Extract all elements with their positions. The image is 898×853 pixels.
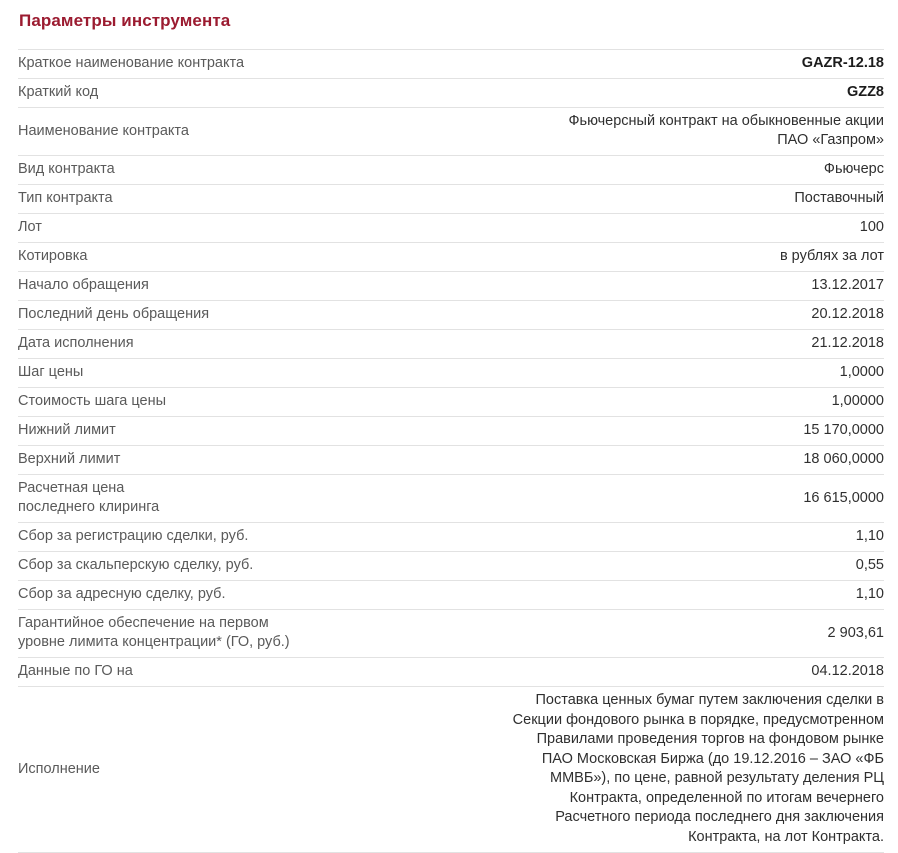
param-label: Сбор за скальперскую сделку, руб.	[18, 551, 473, 581]
table-row: Сбор за скальперскую сделку, руб. 0,55	[18, 551, 884, 581]
param-value: 100	[473, 213, 884, 243]
param-label: Последний день обращения	[18, 300, 473, 330]
param-value: 20.12.2018	[473, 300, 884, 330]
page-title: Параметры инструмента	[19, 11, 231, 30]
table-row: Шаг цены 1,0000	[18, 358, 884, 388]
table-row: Данные по ГО на 04.12.2018	[18, 657, 884, 687]
param-value: 21.12.2018	[473, 329, 884, 359]
param-value: Фьючерсный контракт на обыкновенные акци…	[473, 107, 884, 156]
param-label: Нижний лимит	[18, 416, 473, 446]
param-label: Исполнение	[18, 686, 473, 853]
param-label: Тип контракта	[18, 184, 473, 214]
param-label: Краткий код	[18, 78, 473, 108]
param-value: в рублях за лот	[473, 242, 884, 272]
param-value: 1,10	[473, 522, 884, 552]
param-label: Наименование контракта	[18, 107, 473, 156]
table-row: Сбор за регистрацию сделки, руб. 1,10	[18, 522, 884, 552]
param-value: Поставочный	[473, 184, 884, 214]
param-label: Сбор за регистрацию сделки, руб.	[18, 522, 473, 552]
table-row: Краткий код GZZ8	[18, 78, 884, 108]
param-value: 13.12.2017	[473, 271, 884, 301]
table-row: Тип контракта Поставочный	[18, 184, 884, 214]
table-row: Последний день обращения 20.12.2018	[18, 300, 884, 330]
param-value: 0,55	[473, 551, 884, 581]
table-row: Лот 100	[18, 213, 884, 243]
param-value: GAZR-12.18	[473, 49, 884, 79]
param-value: 1,00000	[473, 387, 884, 417]
table-row: Начало обращения 13.12.2017	[18, 271, 884, 301]
param-value: GZZ8	[473, 78, 884, 108]
param-label: Расчетная цена последнего клиринга	[18, 474, 473, 523]
param-label: Лот	[18, 213, 473, 243]
instrument-parameters-page: Параметры инструмента Краткое наименован…	[0, 10, 898, 853]
param-label: Сбор за адресную сделку, руб.	[18, 580, 473, 610]
param-label: Котировка	[18, 242, 473, 272]
table-row: Гарантийное обеспечение на первом уровне…	[18, 609, 884, 658]
param-value: 1,0000	[473, 358, 884, 388]
table-row: Нижний лимит 15 170,0000	[18, 416, 884, 446]
param-label: Вид контракта	[18, 155, 473, 185]
param-label: Стоимость шага цены	[18, 387, 473, 417]
instrument-parameters-table: Краткое наименование контракта GAZR-12.18…	[18, 49, 884, 853]
param-value: 04.12.2018	[473, 657, 884, 687]
param-value: Фьючерс	[473, 155, 884, 185]
table-row: Расчетная цена последнего клиринга 16 615…	[18, 474, 884, 523]
table-row: Сбор за адресную сделку, руб. 1,10	[18, 580, 884, 610]
param-value: 16 615,0000	[473, 474, 884, 523]
table-row: Стоимость шага цены 1,00000	[18, 387, 884, 417]
param-label: Начало обращения	[18, 271, 473, 301]
param-value: 1,10	[473, 580, 884, 610]
param-value: 18 060,0000	[473, 445, 884, 475]
param-label: Дата исполнения	[18, 329, 473, 359]
table-row: Верхний лимит 18 060,0000	[18, 445, 884, 475]
param-label: Гарантийное обеспечение на первом уровне…	[18, 609, 473, 658]
param-value: Поставка ценных бумаг путем заключения с…	[473, 686, 884, 853]
param-label: Верхний лимит	[18, 445, 473, 475]
table-row: Наименование контракта Фьючерсный контрак…	[18, 107, 884, 156]
param-value: 15 170,0000	[473, 416, 884, 446]
param-label: Краткое наименование контракта	[18, 49, 473, 79]
table-row: Котировка в рублях за лот	[18, 242, 884, 272]
table-row: Дата исполнения 21.12.2018	[18, 329, 884, 359]
table-row: Исполнение Поставка ценных бумаг путем за…	[18, 686, 884, 853]
param-value: 2 903,61	[473, 609, 884, 658]
table-body: Краткое наименование контракта GAZR-12.18…	[18, 49, 884, 853]
param-label: Шаг цены	[18, 358, 473, 388]
param-label: Данные по ГО на	[18, 657, 473, 687]
table-row: Вид контракта Фьючерс	[18, 155, 884, 185]
table-row: Краткое наименование контракта GAZR-12.18	[18, 49, 884, 79]
